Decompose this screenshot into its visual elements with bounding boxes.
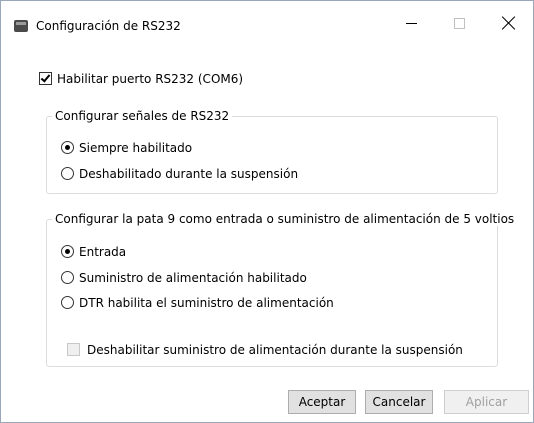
radio-input[interactable] — [61, 245, 74, 258]
maximize-icon — [453, 17, 465, 29]
radio-always-enabled-label[interactable]: Siempre habilitado — [79, 141, 192, 155]
close-button[interactable] — [491, 9, 527, 37]
enable-port-checkbox[interactable] — [39, 72, 52, 85]
signals-group-legend: Configurar señales de RS232 — [52, 109, 233, 123]
close-icon — [502, 16, 516, 30]
radio-power-enabled-label[interactable]: Suministro de alimentación habilitado — [79, 271, 307, 285]
enable-port-label[interactable]: Habilitar puerto RS232 (COM6) — [57, 72, 243, 86]
window-title: Configuración de RS232 — [36, 19, 181, 33]
app-icon — [14, 20, 28, 32]
signals-groupbox — [46, 116, 498, 194]
disable-power-on-suspend-label[interactable]: Deshabilitar suministro de alimentación … — [87, 343, 463, 357]
rs232-config-dialog: Configuración de RS232 Habilitar puerto … — [0, 0, 534, 423]
pin9-group-legend: Configurar la pata 9 como entrada o sumi… — [52, 212, 518, 226]
radio-dtr-power[interactable] — [61, 296, 74, 309]
maximize-button — [441, 9, 477, 37]
minimize-button[interactable] — [393, 9, 429, 37]
title-bar[interactable]: Configuración de RS232 — [1, 1, 533, 43]
radio-disabled-on-suspend[interactable] — [61, 167, 74, 180]
radio-dtr-power-label[interactable]: DTR habilita el suministro de alimentaci… — [79, 296, 334, 310]
cancel-button[interactable]: Cancelar — [365, 390, 433, 414]
radio-power-enabled[interactable] — [61, 271, 74, 284]
radio-always-enabled[interactable] — [61, 141, 74, 154]
minimize-icon — [405, 22, 417, 24]
disable-power-on-suspend-checkbox[interactable] — [67, 343, 80, 356]
apply-button[interactable]: Aplicar — [444, 390, 529, 414]
radio-input-label[interactable]: Entrada — [79, 245, 126, 259]
accept-button[interactable]: Aceptar — [288, 390, 356, 414]
radio-disabled-on-suspend-label[interactable]: Deshabilitado durante la suspensión — [79, 167, 298, 181]
